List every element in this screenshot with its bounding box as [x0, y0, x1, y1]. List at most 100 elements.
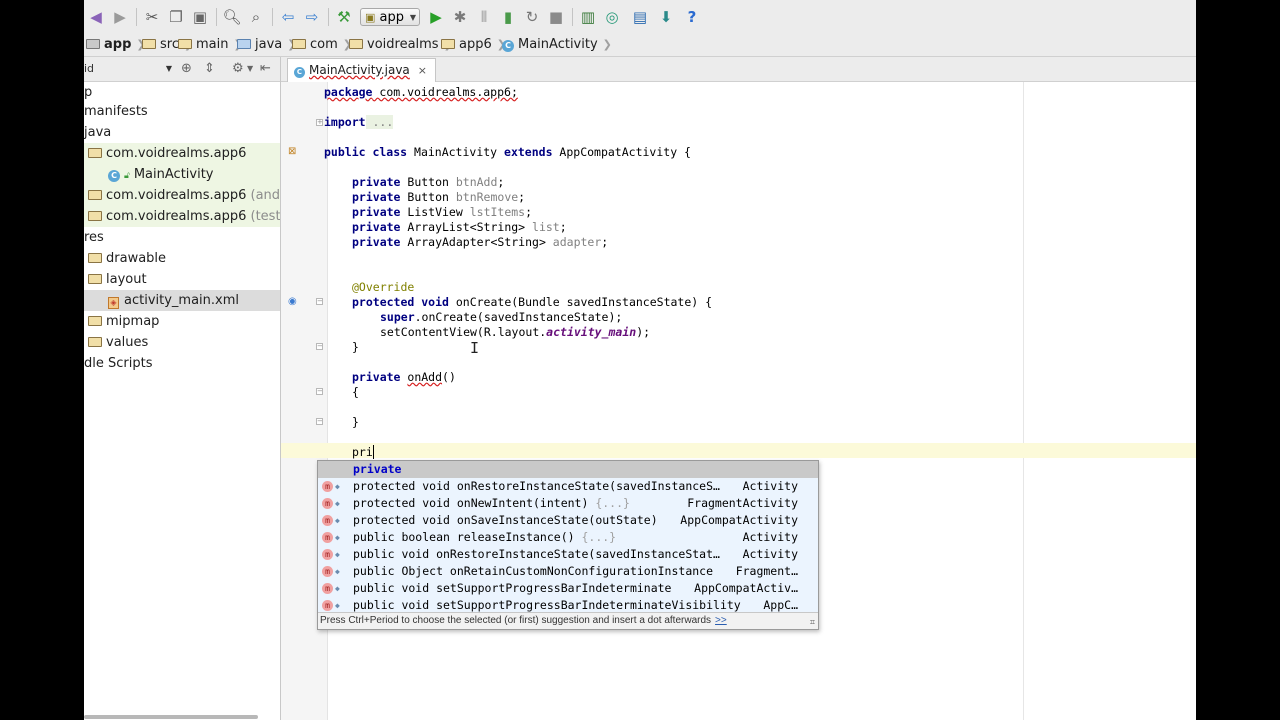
code-line: private ArrayList<String> list;	[352, 220, 567, 234]
project-structure-icon[interactable]: ▤	[630, 7, 650, 27]
method-icon: m	[322, 566, 333, 577]
override-gutter-icon[interactable]: ◉	[288, 296, 297, 308]
code-line: }	[352, 340, 359, 354]
copy-icon[interactable]: ❐	[166, 7, 186, 27]
fold-marker[interactable]: −	[316, 343, 323, 350]
tree-node-gradle-scripts[interactable]: dle Scripts	[84, 353, 280, 374]
run-icon[interactable]: ▶	[426, 7, 446, 27]
lock-icon: 🔓︎	[124, 171, 130, 181]
main-toolbar: ◀ ▶ ✂ ❐ ▣ 🔍︎ ⌕ ⇦ ⇨ ⚒ ▣ app ▼ ▶ ✱ ⫴ ▮ ↻ ■…	[84, 0, 1196, 35]
hide-panel-icon[interactable]: ⇤	[260, 61, 271, 77]
stop-icon[interactable]: ■	[546, 7, 566, 27]
code-line-current[interactable]: pri	[352, 445, 374, 460]
attach-debugger-icon[interactable]: ⫴	[474, 7, 494, 27]
project-view-selector[interactable]: id ▼	[84, 61, 176, 77]
folder-icon	[88, 253, 102, 263]
folder-icon	[88, 337, 102, 347]
collapse-all-icon[interactable]: ⇕	[204, 61, 215, 77]
completion-hint-link[interactable]: >>	[715, 615, 727, 626]
breadcrumb-item-mainactivity[interactable]: C MainActivity ❯	[502, 37, 612, 53]
public-icon: ◆	[335, 584, 340, 593]
resize-grip-icon[interactable]: ⌗	[810, 614, 815, 630]
method-icon: m	[322, 498, 333, 509]
protected-icon: ◆	[335, 516, 340, 525]
project-tree: p manifests java com.voidrealms.app6 C 🔓︎…	[84, 82, 286, 720]
tree-node-app[interactable]: p	[84, 82, 280, 103]
source-folder-icon	[237, 39, 251, 49]
fold-marker[interactable]: −	[316, 388, 323, 395]
apply-changes-icon[interactable]: ▮	[498, 7, 518, 27]
chevron-down-icon: ▼	[409, 13, 416, 22]
code-completion-popup: private m ◆ protected void onRestoreInstan…	[317, 460, 819, 630]
make-project-icon[interactable]: ⚒	[334, 7, 354, 27]
cut-icon[interactable]: ✂	[142, 7, 162, 27]
tab-mainactivity-java[interactable]: C MainActivity.java ×	[287, 58, 436, 82]
help-icon[interactable]: ?	[682, 7, 702, 27]
replace-icon[interactable]: ⌕	[246, 7, 266, 27]
debug-icon[interactable]: ✱	[450, 7, 470, 27]
project-panel-header: id ▼ ⊕ ⇕ ⚙ ▼ ⇤	[84, 57, 280, 82]
method-icon: m	[322, 600, 333, 611]
avd-manager-icon[interactable]: ▥	[578, 7, 598, 27]
completion-item[interactable]: private	[318, 461, 818, 478]
tree-node-package-test[interactable]: com.voidrealms.app6 (test)	[84, 206, 286, 227]
completion-item[interactable]: m ◆ protected void onRestoreInstanceState(…	[318, 478, 818, 495]
tree-node-res[interactable]: res	[84, 227, 280, 248]
tree-node-layout[interactable]: layout	[84, 269, 284, 290]
breadcrumb-item-main[interactable]: main❯	[178, 37, 243, 53]
run-config-selector[interactable]: ▣ app ▼	[360, 8, 420, 26]
completion-item[interactable]: m ◆ public boolean releaseInstance() {...}…	[318, 529, 818, 546]
code-line: {	[352, 385, 359, 399]
tree-node-java[interactable]: java	[84, 122, 280, 143]
redo-icon[interactable]: ▶	[110, 7, 130, 27]
tree-node-manifests[interactable]: manifests	[84, 101, 280, 122]
project-horizontal-scrollbar[interactable]	[84, 715, 258, 719]
code-line: private Button btnAdd;	[352, 175, 505, 189]
breadcrumb-item-app6[interactable]: app6❯	[441, 37, 506, 53]
rerun-icon[interactable]: ↻	[522, 7, 542, 27]
tree-node-values[interactable]: values	[84, 332, 284, 353]
completion-item[interactable]: m ◆ protected void onSaveInstanceState(out…	[318, 512, 818, 529]
fold-marker[interactable]: +	[316, 119, 323, 126]
code-line: super.onCreate(savedInstanceState);	[380, 310, 623, 324]
code-line: import ...	[324, 115, 394, 129]
back-icon[interactable]: ⇦	[278, 7, 298, 27]
code-line: protected void onCreate(Bundle savedInst…	[352, 295, 713, 309]
module-icon	[86, 39, 100, 49]
tree-node-package-main[interactable]: com.voidrealms.app6	[84, 143, 280, 164]
tree-node-mipmap[interactable]: mipmap	[84, 311, 284, 332]
code-line: package com.voidrealms.app6;	[324, 85, 518, 99]
tree-node-drawable[interactable]: drawable	[84, 248, 284, 269]
completion-item[interactable]: m ◆ public Object onRetainCustomNonConfigu…	[318, 563, 818, 580]
chevron-down-icon[interactable]: ▼	[247, 61, 253, 77]
sdk-manager-icon[interactable]: ⬇	[656, 7, 676, 27]
gear-icon[interactable]: ⚙	[232, 61, 244, 77]
sync-gradle-icon[interactable]: ◎	[602, 7, 622, 27]
run-config-label: app	[379, 10, 405, 25]
undo-icon[interactable]: ◀	[86, 7, 106, 27]
folder-icon	[292, 39, 306, 49]
forward-icon[interactable]: ⇨	[302, 7, 322, 27]
class-icon: C	[502, 40, 514, 52]
completion-item[interactable]: m ◆ public void setSupportProgressBarIndet…	[318, 597, 818, 612]
completion-hint-bar: Press Ctrl+Period to choose the selected…	[318, 612, 818, 629]
paste-icon[interactable]: ▣	[190, 7, 210, 27]
completion-item[interactable]: m ◆ protected void onNewIntent(intent) {..…	[318, 495, 818, 512]
breadcrumb-item-com[interactable]: com ❯	[292, 37, 352, 53]
tree-node-activity-main-xml[interactable]: ◈ activity_main.xml	[84, 290, 280, 311]
scroll-from-source-icon[interactable]: ⊕	[181, 61, 192, 77]
find-icon[interactable]: 🔍︎	[222, 7, 242, 27]
completion-item[interactable]: m ◆ public void onRestoreInstanceState(sav…	[318, 546, 818, 563]
fold-marker[interactable]: −	[316, 418, 323, 425]
tree-node-package-androidtest[interactable]: com.voidrealms.app6 (androidT	[84, 185, 280, 206]
breadcrumb-item-voidrealms[interactable]: voidrealms❯	[349, 37, 453, 53]
completion-item[interactable]: m ◆ public void setSupportProgressBarIndet…	[318, 580, 818, 597]
close-icon[interactable]: ×	[418, 64, 427, 77]
tree-node-mainactivity[interactable]: C 🔓︎ MainActivity	[84, 164, 280, 185]
breadcrumb-item-app[interactable]: app ❯	[86, 37, 146, 53]
public-icon: ◆	[335, 533, 340, 542]
breadcrumb-item-java[interactable]: java❯	[237, 37, 296, 53]
fold-marker[interactable]: −	[316, 298, 323, 305]
class-gutter-icon[interactable]: ⊠	[288, 146, 296, 158]
folder-icon	[349, 39, 363, 49]
